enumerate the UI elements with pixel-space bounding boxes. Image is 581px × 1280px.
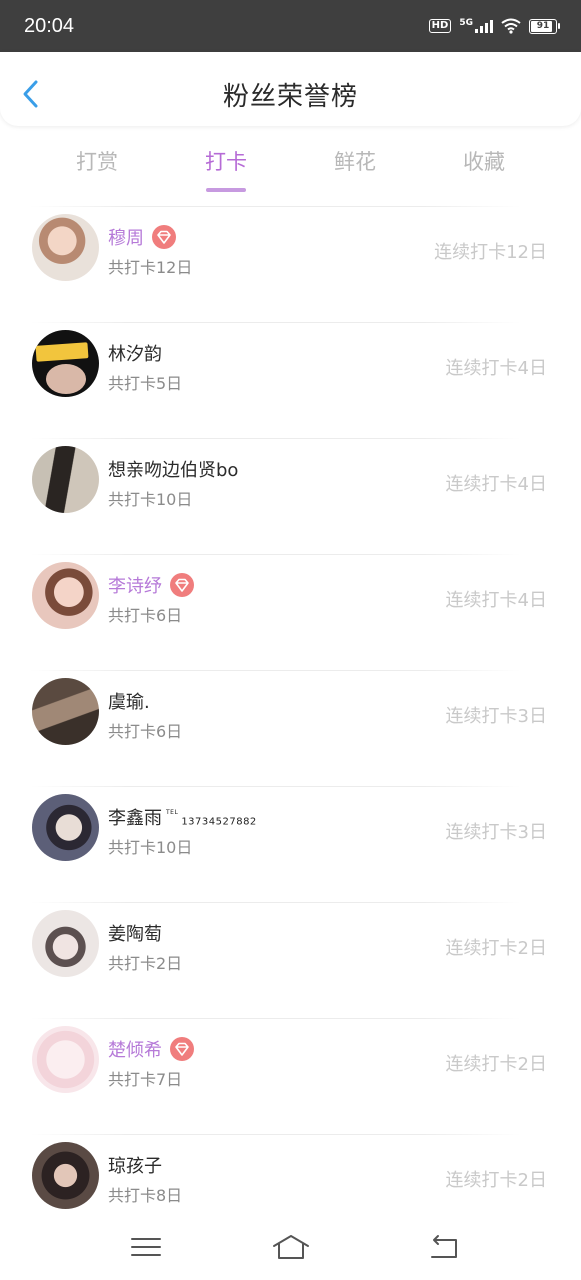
list-item[interactable]: 想亲吻边伯贤bo 共打卡10日 连续打卡4日 bbox=[0, 432, 581, 548]
name-line: 虞瑜. bbox=[108, 688, 150, 714]
battery-level: 91 bbox=[536, 21, 550, 31]
tab-checkin[interactable]: 打卡 bbox=[186, 146, 266, 192]
divider bbox=[30, 786, 521, 787]
total-checkins: 共打卡7日 bbox=[108, 1070, 183, 1089]
avatar[interactable] bbox=[32, 446, 99, 513]
divider bbox=[30, 438, 521, 439]
name-line: 姜陶萄 bbox=[108, 920, 162, 946]
streak-days: 连续打卡4日 bbox=[445, 590, 547, 611]
app-header: 粉丝荣誉榜 bbox=[0, 52, 581, 126]
total-checkins: 共打卡10日 bbox=[108, 838, 193, 857]
list-item[interactable]: 楚倾希 共打卡7日 连续打卡2日 bbox=[0, 1012, 581, 1128]
list-item[interactable]: 林汐韵 共打卡5日 连续打卡4日 bbox=[0, 316, 581, 432]
name-line: 想亲吻边伯贤bo bbox=[108, 456, 238, 482]
menu-icon[interactable] bbox=[126, 1232, 166, 1262]
diamond-badge-icon bbox=[170, 1037, 194, 1061]
avatar[interactable] bbox=[32, 1142, 99, 1209]
name-line: 楚倾希 bbox=[108, 1036, 194, 1062]
tab-indicator bbox=[206, 188, 246, 192]
fan-name: 虞瑜. bbox=[108, 692, 150, 713]
avatar[interactable] bbox=[32, 562, 99, 629]
tab-reward[interactable]: 打赏 bbox=[57, 146, 137, 176]
avatar[interactable] bbox=[32, 910, 99, 977]
streak-days: 连续打卡4日 bbox=[445, 358, 547, 379]
total-checkins: 共打卡10日 bbox=[108, 490, 193, 509]
streak-days: 连续打卡2日 bbox=[445, 938, 547, 959]
avatar-art bbox=[35, 342, 89, 362]
total-checkins: 共打卡8日 bbox=[108, 1186, 183, 1205]
avatar-art bbox=[46, 364, 86, 394]
phone-digits: 13734527882 bbox=[181, 816, 257, 828]
fan-name: 林汐韵 bbox=[108, 344, 162, 365]
tab-label: 打赏 bbox=[76, 150, 118, 174]
phone-number: TEL13734527882 bbox=[166, 809, 257, 828]
clock: 20:04 bbox=[24, 14, 75, 37]
return-icon[interactable] bbox=[424, 1232, 464, 1262]
tab-flowers[interactable]: 鲜花 bbox=[315, 146, 395, 176]
divider bbox=[30, 554, 521, 555]
list-item[interactable]: 李诗纾 共打卡6日 连续打卡4日 bbox=[0, 548, 581, 664]
fan-name: 楚倾希 bbox=[108, 1040, 162, 1061]
divider bbox=[30, 670, 521, 671]
network-label: 5G bbox=[459, 18, 473, 28]
diamond-badge-icon bbox=[170, 573, 194, 597]
divider bbox=[30, 1018, 521, 1019]
streak-days: 连续打卡2日 bbox=[445, 1170, 547, 1191]
avatar[interactable] bbox=[32, 214, 99, 281]
avatar[interactable] bbox=[32, 1026, 99, 1093]
fan-name: 想亲吻边伯贤bo bbox=[108, 460, 239, 481]
total-checkins: 共打卡2日 bbox=[108, 954, 183, 973]
network-type: 5G bbox=[459, 18, 493, 33]
status-bar: 20:04 HD 5G 91 bbox=[0, 0, 581, 52]
signal-icon bbox=[475, 19, 493, 33]
diamond-badge-icon bbox=[152, 225, 176, 249]
avatar[interactable] bbox=[32, 794, 99, 861]
fan-name: 姜陶萄 bbox=[108, 924, 162, 945]
divider bbox=[30, 322, 521, 323]
page-title: 粉丝荣誉榜 bbox=[222, 82, 358, 112]
phone-prefix: TEL bbox=[166, 808, 179, 816]
name-line: 李诗纾 bbox=[108, 572, 194, 598]
system-nav-bar bbox=[0, 1214, 581, 1280]
status-icons: HD 5G 91 bbox=[428, 18, 560, 34]
divider bbox=[30, 206, 521, 207]
name-line: 林汐韵 bbox=[108, 340, 162, 366]
list-item[interactable]: 李鑫雨 TEL13734527882 共打卡10日 连续打卡3日 bbox=[0, 780, 581, 896]
fan-name: 李诗纾 bbox=[108, 576, 162, 597]
name-line: 李鑫雨 TEL13734527882 bbox=[108, 804, 257, 830]
streak-days: 连续打卡12日 bbox=[434, 242, 547, 263]
divider bbox=[30, 1134, 521, 1135]
streak-days: 连续打卡4日 bbox=[445, 474, 547, 495]
total-checkins: 共打卡6日 bbox=[108, 606, 183, 625]
avatar[interactable] bbox=[32, 330, 99, 397]
divider bbox=[30, 902, 521, 903]
list-item[interactable]: 姜陶萄 共打卡2日 连续打卡2日 bbox=[0, 896, 581, 1012]
wifi-icon bbox=[501, 18, 521, 34]
streak-days: 连续打卡3日 bbox=[445, 822, 547, 843]
hd-icon: HD bbox=[428, 19, 452, 33]
fan-name: 穆周 bbox=[108, 228, 144, 249]
total-checkins: 共打卡5日 bbox=[108, 374, 183, 393]
streak-days: 连续打卡3日 bbox=[445, 706, 547, 727]
avatar[interactable] bbox=[32, 678, 99, 745]
tab-label: 鲜花 bbox=[334, 150, 376, 174]
home-icon[interactable] bbox=[271, 1232, 311, 1262]
list-item[interactable]: 虞瑜. 共打卡6日 连续打卡3日 bbox=[0, 664, 581, 780]
list-item[interactable]: 穆周 共打卡12日 连续打卡12日 bbox=[0, 200, 581, 316]
total-checkins: 共打卡6日 bbox=[108, 722, 183, 741]
name-line: 琼孩子 bbox=[108, 1152, 162, 1178]
tab-bar: 打赏 打卡 鲜花 收藏 bbox=[0, 138, 581, 192]
fan-name: 琼孩子 bbox=[108, 1156, 162, 1177]
total-checkins: 共打卡12日 bbox=[108, 258, 193, 277]
tab-favorites[interactable]: 收藏 bbox=[444, 146, 524, 176]
tab-label: 收藏 bbox=[463, 150, 505, 174]
name-line: 穆周 bbox=[108, 224, 176, 250]
streak-days: 连续打卡2日 bbox=[445, 1054, 547, 1075]
tab-label: 打卡 bbox=[205, 150, 247, 174]
fan-name: 李鑫雨 bbox=[108, 808, 162, 829]
battery-icon: 91 bbox=[529, 18, 560, 34]
